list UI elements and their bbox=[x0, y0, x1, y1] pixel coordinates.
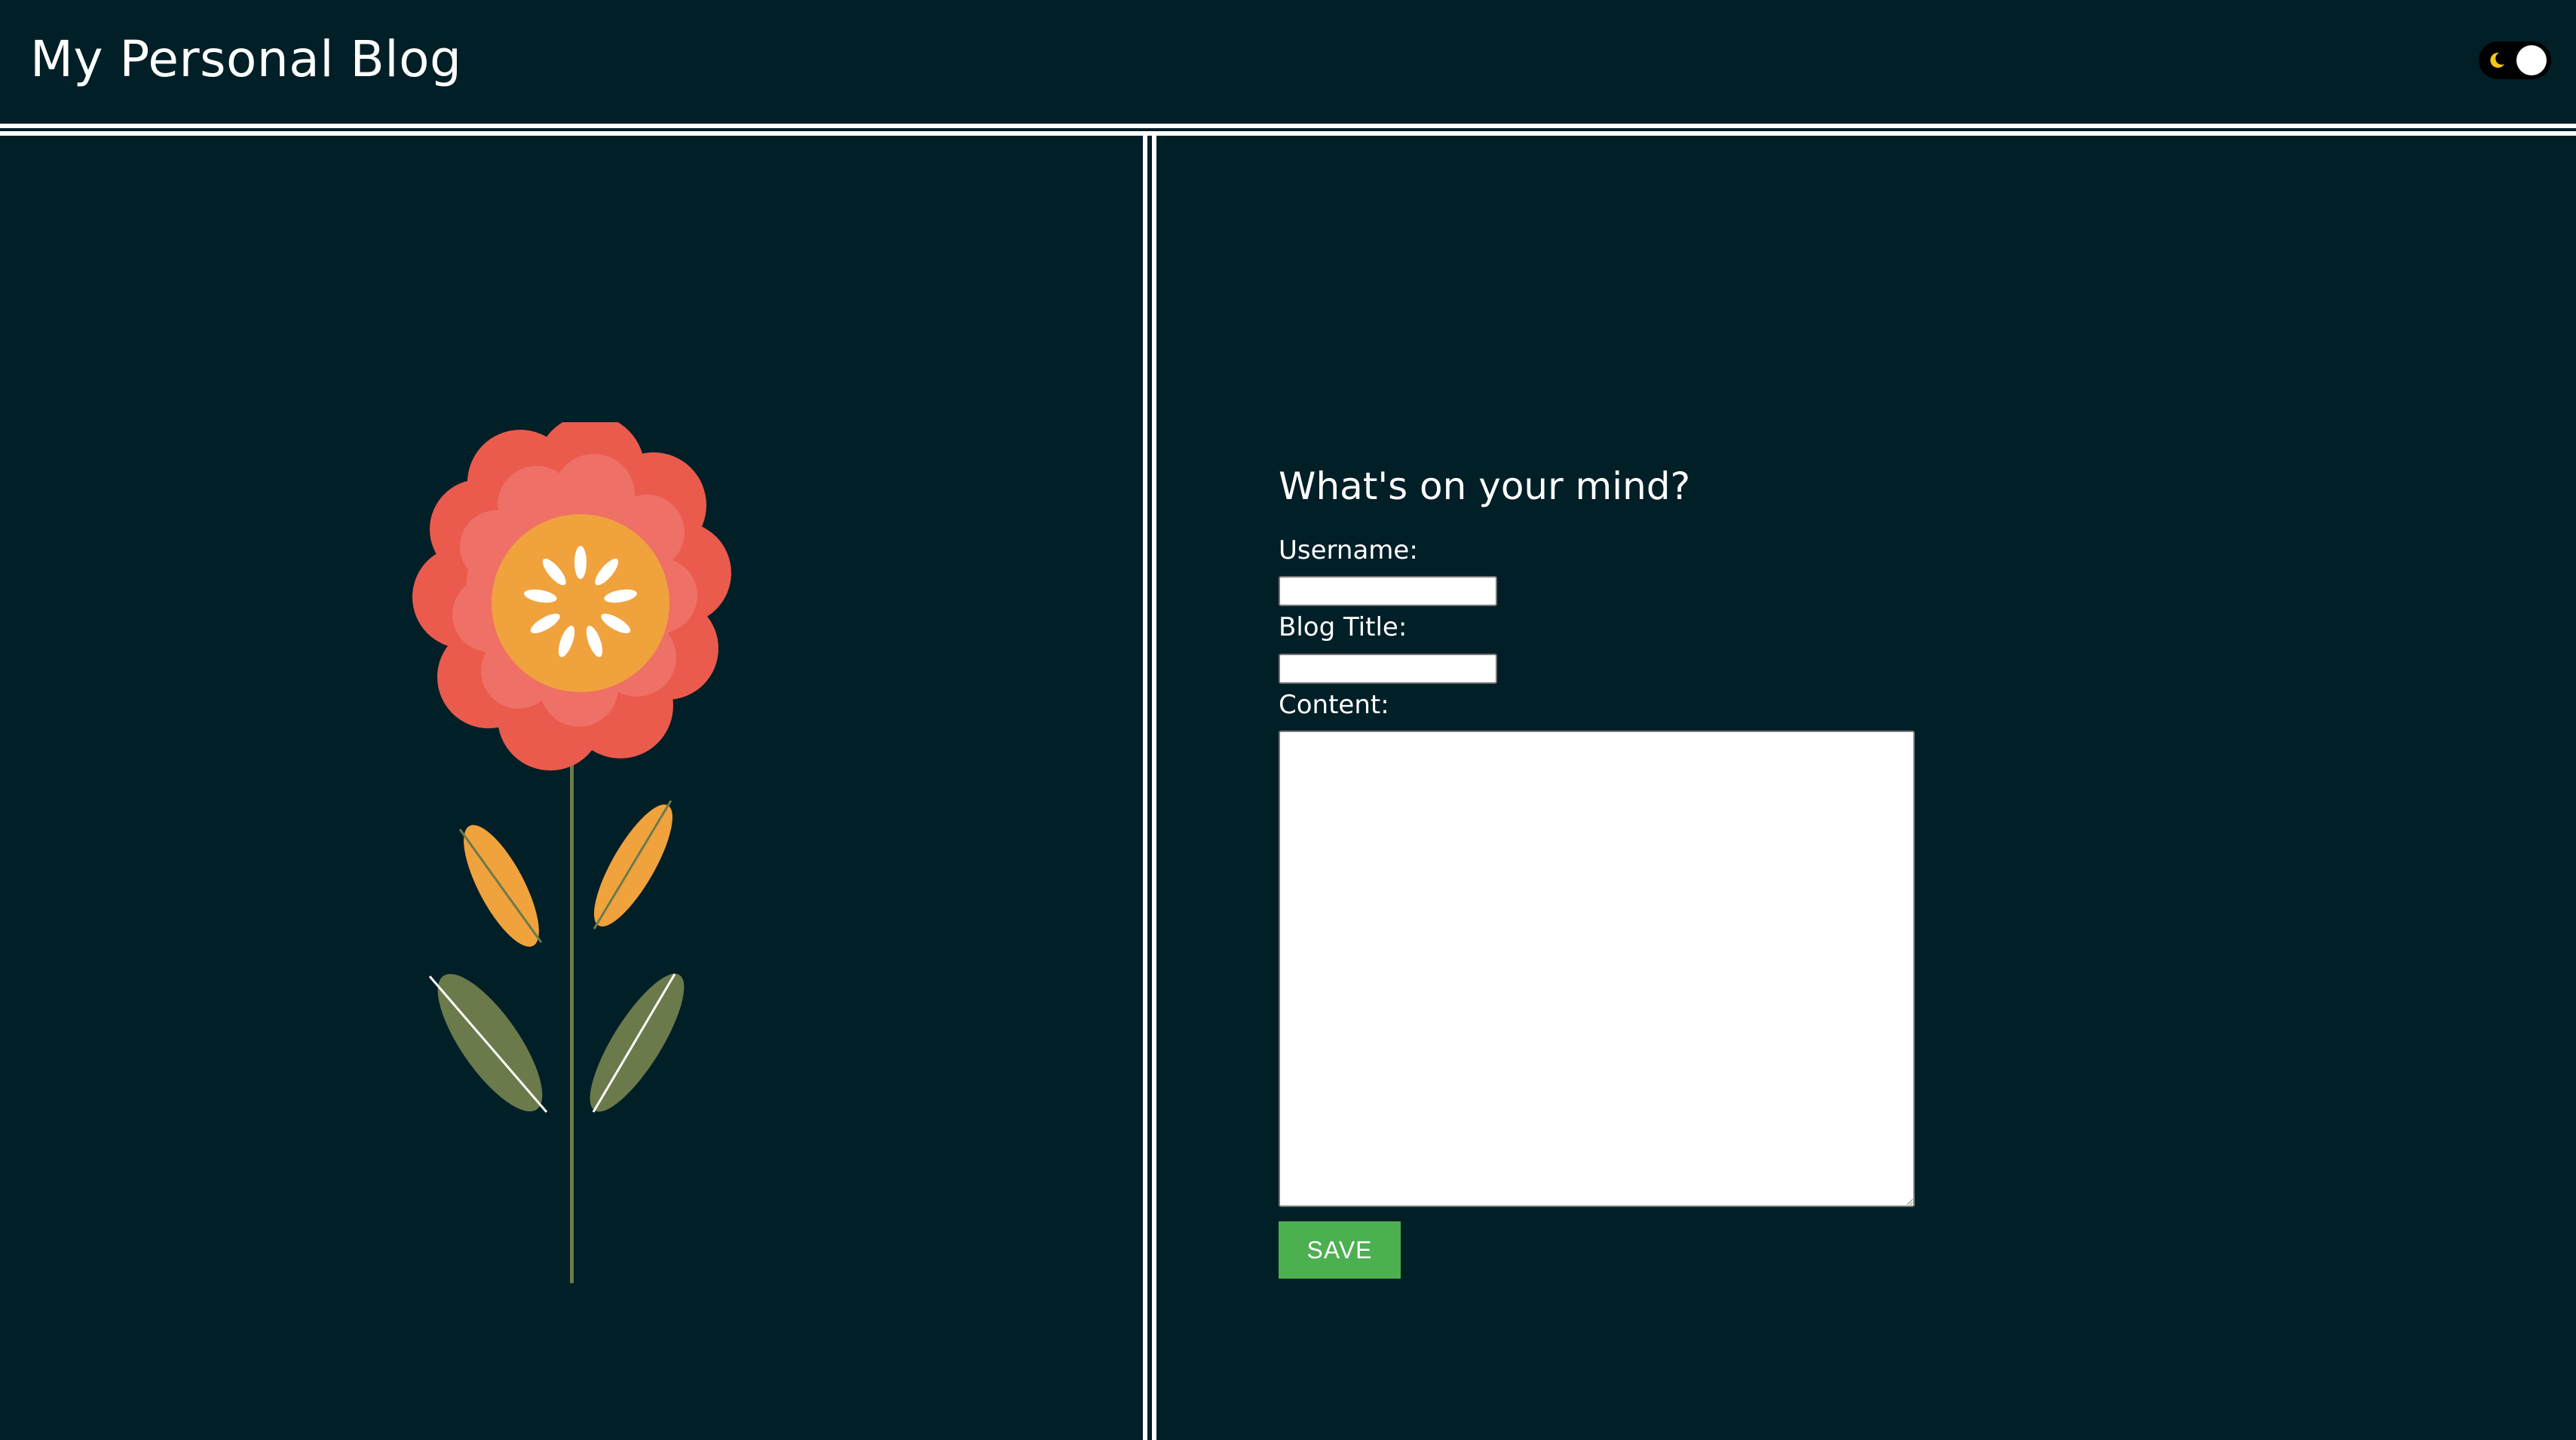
flower-center bbox=[492, 514, 669, 692]
header-divider-top bbox=[0, 124, 2576, 128]
blog-post-form: What's on your mind? Username: Blog Titl… bbox=[1279, 460, 1915, 1279]
column-divider-right bbox=[1152, 136, 1156, 1440]
moon-icon bbox=[2490, 52, 2504, 68]
stem bbox=[570, 746, 574, 1283]
username-label: Username: bbox=[1279, 535, 1418, 565]
save-button[interactable]: SAVE bbox=[1279, 1221, 1401, 1279]
column-divider-left bbox=[1143, 136, 1147, 1440]
leaf-lower-left bbox=[437, 973, 543, 1112]
content-textarea[interactable] bbox=[1279, 731, 1915, 1207]
blog-title-input[interactable] bbox=[1279, 654, 1497, 684]
site-title: My Personal Blog bbox=[30, 30, 462, 88]
page-header: My Personal Blog bbox=[0, 0, 2576, 124]
flower-illustration bbox=[412, 422, 731, 1283]
header-divider-bottom bbox=[0, 131, 2576, 136]
leaf-lower-right bbox=[590, 973, 685, 1112]
username-input[interactable] bbox=[1279, 576, 1497, 606]
theme-toggle[interactable] bbox=[2479, 41, 2551, 79]
content-label: Content: bbox=[1279, 690, 1389, 720]
toggle-knob bbox=[2516, 45, 2547, 75]
form-heading: What's on your mind? bbox=[1279, 464, 1691, 508]
blog-title-label: Blog Title: bbox=[1279, 612, 1407, 642]
